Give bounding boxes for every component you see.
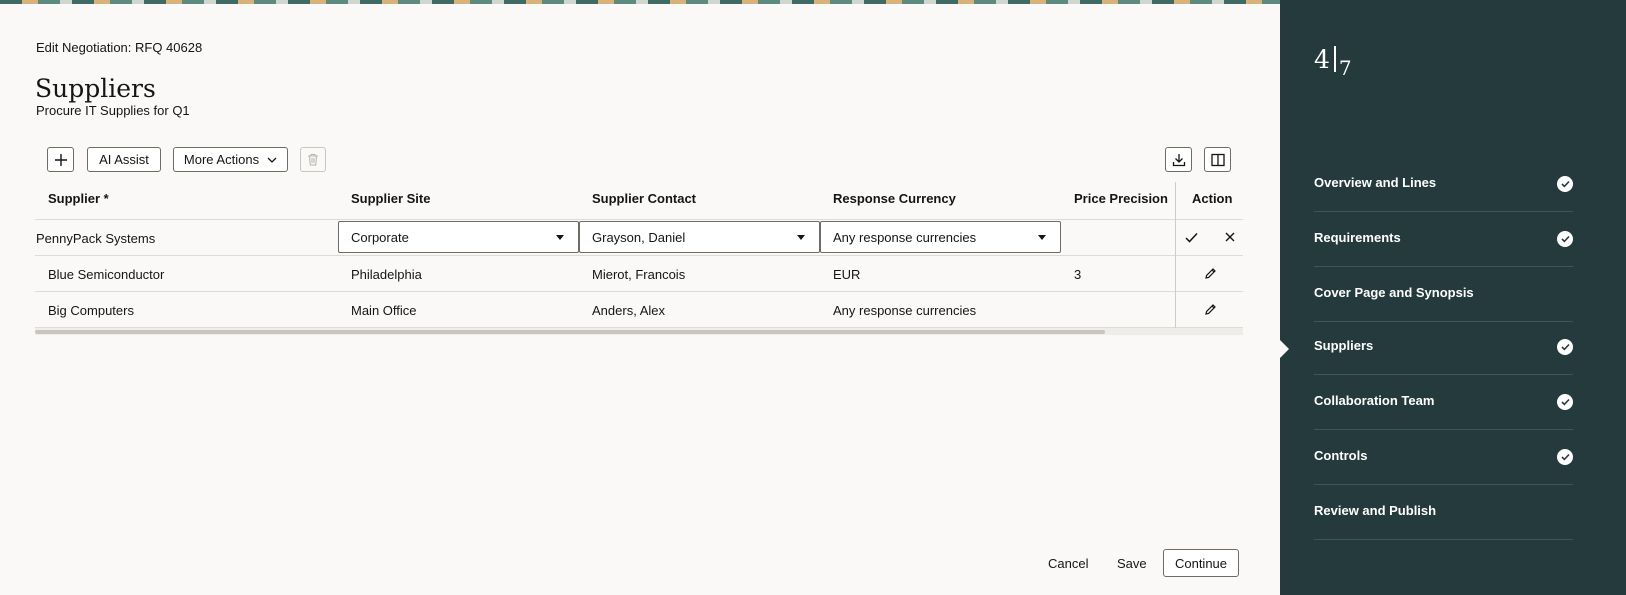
step-counter: 47 xyxy=(1314,42,1352,80)
supplier-cell: Blue Semiconductor xyxy=(48,267,165,282)
current-step-number: 4 xyxy=(1314,45,1330,74)
plus-icon xyxy=(54,153,67,166)
save-button[interactable]: Save xyxy=(1117,556,1147,571)
ai-assist-button[interactable]: AI Assist xyxy=(87,147,161,172)
close-icon xyxy=(1225,232,1235,242)
total-steps-number: 7 xyxy=(1338,56,1352,80)
caret-down-icon xyxy=(1038,235,1046,240)
step-label: Controls xyxy=(1314,448,1368,463)
save-row-button[interactable] xyxy=(1182,228,1200,246)
column-header-supplier[interactable]: Supplier * xyxy=(48,191,109,206)
supplier-contact-cell: Mierot, Francois xyxy=(592,267,686,282)
supplier-site-cell: Main Office xyxy=(351,303,417,318)
column-header-response-currency[interactable]: Response Currency xyxy=(833,191,956,206)
step-label: Overview and Lines xyxy=(1314,175,1437,190)
manage-columns-button[interactable] xyxy=(1204,147,1231,172)
download-icon xyxy=(1172,153,1185,166)
pencil-icon xyxy=(1204,267,1216,279)
supplier-cell: Big Computers xyxy=(48,303,134,318)
horizontal-scrollbar[interactable] xyxy=(35,328,1243,335)
step-label: Review and Publish xyxy=(1314,503,1437,518)
step-label: Suppliers xyxy=(1314,338,1374,353)
caret-down-icon xyxy=(556,235,564,240)
step-suppliers[interactable]: Suppliers xyxy=(1314,320,1573,375)
supplier-site-cell: Philadelphia xyxy=(351,267,422,282)
row-divider xyxy=(35,255,1243,256)
check-circle-icon xyxy=(1557,339,1573,355)
check-icon xyxy=(1184,232,1198,243)
price-precision-cell: 3 xyxy=(1074,267,1082,282)
scrollbar-thumb[interactable] xyxy=(35,330,1105,334)
export-button[interactable] xyxy=(1165,147,1192,172)
delete-button[interactable] xyxy=(300,147,326,172)
supplier-contact-cell: Anders, Alex xyxy=(592,303,665,318)
more-actions-button[interactable]: More Actions xyxy=(173,147,288,172)
more-actions-label: More Actions xyxy=(183,152,260,167)
check-circle-icon xyxy=(1557,176,1573,192)
trash-icon xyxy=(308,154,318,166)
action-column-separator xyxy=(1175,182,1176,328)
chevron-down-icon xyxy=(267,157,277,163)
supplier-contact-select[interactable]: Grayson, Daniel xyxy=(579,221,820,253)
column-header-action: Action xyxy=(1192,191,1233,206)
row-divider xyxy=(35,219,1243,220)
step-requirements[interactable]: Requirements xyxy=(1314,212,1573,267)
check-circle-icon xyxy=(1557,449,1573,465)
page-subtitle: Procure IT Supplies for Q1 xyxy=(36,103,190,118)
cancel-button[interactable]: Cancel xyxy=(1048,556,1088,571)
caret-down-icon xyxy=(797,235,805,240)
column-header-supplier-site[interactable]: Supplier Site xyxy=(351,191,430,206)
row-divider xyxy=(35,291,1243,292)
add-row-button[interactable] xyxy=(47,147,74,172)
response-currency-cell: EUR xyxy=(833,267,861,282)
step-controls[interactable]: Controls xyxy=(1314,430,1573,485)
step-label: Requirements xyxy=(1314,230,1401,245)
cancel-row-button[interactable] xyxy=(1221,228,1239,246)
step-review-and-publish[interactable]: Review and Publish xyxy=(1314,485,1573,540)
step-cover-page-and-synopsis[interactable]: Cover Page and Synopsis xyxy=(1314,267,1573,322)
step-overview-and-lines[interactable]: Overview and Lines xyxy=(1314,157,1573,212)
continue-button[interactable]: Continue xyxy=(1163,549,1239,577)
breadcrumb: Edit Negotiation: RFQ 40628 xyxy=(36,40,203,55)
columns-icon xyxy=(1210,153,1225,166)
step-label: Collaboration Team xyxy=(1314,393,1435,408)
step-collaboration-team[interactable]: Collaboration Team xyxy=(1314,375,1573,430)
current-step-pointer xyxy=(1280,340,1289,358)
check-circle-icon xyxy=(1557,231,1573,247)
supplier-site-value: Corporate xyxy=(351,229,409,245)
response-currency-select[interactable]: Any response currencies xyxy=(820,221,1061,253)
edit-row-button[interactable] xyxy=(1201,264,1219,282)
progress-sidebar: 47 Overview and Lines Requirements Cover… xyxy=(1280,0,1626,595)
step-label: Cover Page and Synopsis xyxy=(1314,285,1474,300)
main-panel: Edit Negotiation: RFQ 40628 Suppliers Pr… xyxy=(0,4,1280,595)
supplier-cell: PennyPack Systems xyxy=(36,231,156,246)
page-title: Suppliers xyxy=(35,74,156,103)
pencil-icon xyxy=(1204,303,1216,315)
check-circle-icon xyxy=(1557,394,1573,410)
supplier-contact-value: Grayson, Daniel xyxy=(592,229,686,245)
supplier-site-select[interactable]: Corporate xyxy=(338,221,579,253)
response-currency-value: Any response currencies xyxy=(833,229,977,245)
column-header-price-precision[interactable]: Price Precision xyxy=(1074,191,1168,206)
edit-row-button[interactable] xyxy=(1201,300,1219,318)
column-header-supplier-contact[interactable]: Supplier Contact xyxy=(592,191,696,206)
counter-divider xyxy=(1333,46,1336,72)
response-currency-cell: Any response currencies xyxy=(833,303,977,318)
